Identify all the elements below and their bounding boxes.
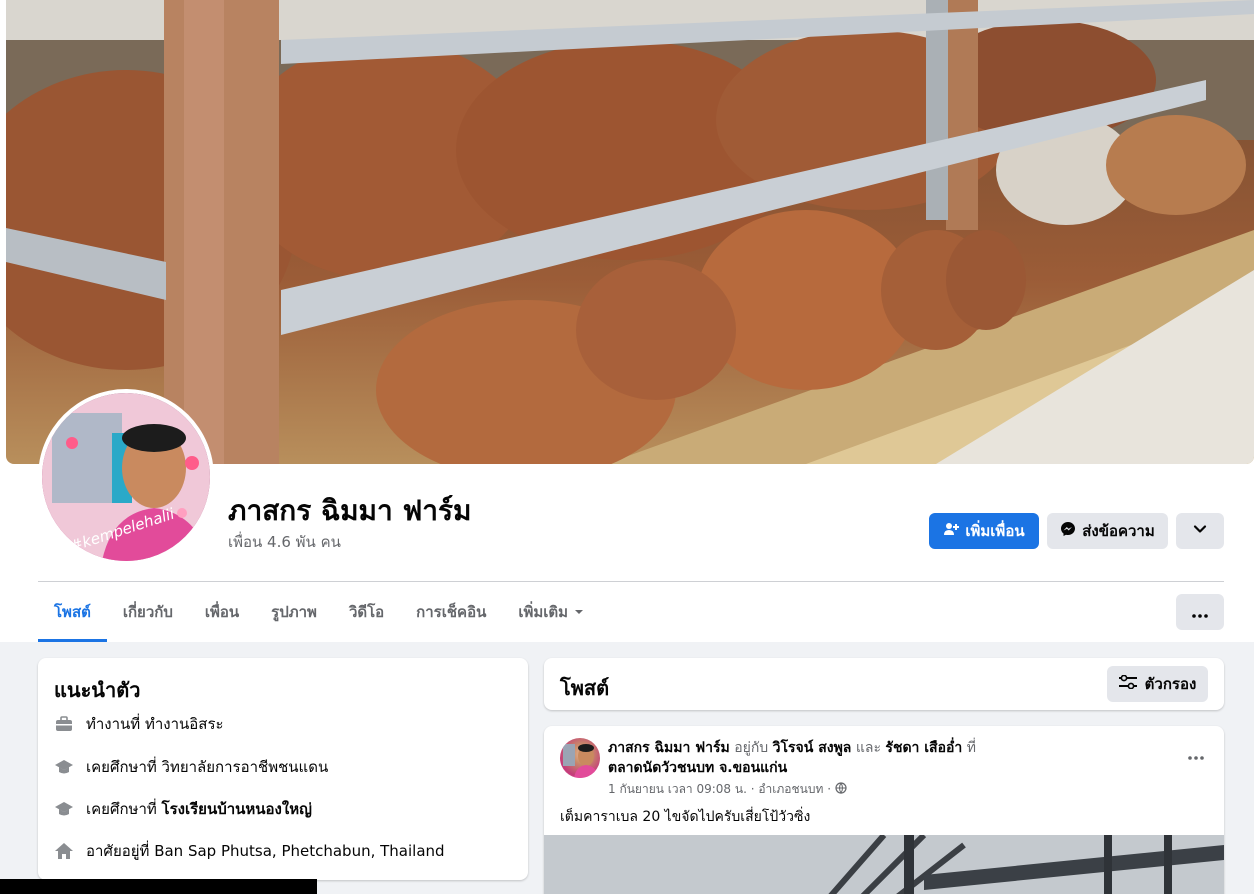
intro-item-work: ทำงานที่ ทำงานอิสระ (54, 712, 224, 736)
sliders-icon (1118, 674, 1137, 693)
intro-item-lives-in: อาศัยอยู่ที่ Ban Sap Phutsa, Phetchabun,… (54, 839, 445, 863)
intro-prefix: อาศัยอยู่ที่ (86, 842, 155, 860)
tab-label: เพื่อน (204, 603, 240, 621)
profile-tabs: โพสต์ เกี่ยวกับ เพื่อน รูปภาพ วิดีโอ การ… (38, 582, 600, 642)
post-timestamp[interactable]: 1 กันยายน เวลา 09:08 น. · อำเภอชนบท · (608, 780, 831, 799)
tab-label: รูปภาพ (271, 603, 317, 621)
tab-posts[interactable]: โพสต์ (38, 582, 107, 642)
intro-title: แนะนำตัว (54, 678, 141, 702)
ellipsis-icon (1192, 603, 1208, 622)
intro-item-education-2: เคยศึกษาที่ โรงเรียนบ้านหนองใหญ่ (54, 797, 312, 821)
chevron-down-icon (1193, 522, 1207, 540)
post-author-avatar[interactable] (560, 738, 600, 778)
intro-value[interactable]: Ban Sap Phutsa, Phetchabun, Thailand (154, 842, 444, 860)
profile-avatar[interactable]: #kempelehalii (38, 389, 214, 565)
briefcase-icon (54, 714, 74, 734)
post-header-text: ภาสกร ฉิมมา ฟาร์ม อยู่กับ วิโรจน์ สงพูล … (608, 738, 1168, 778)
tab-friends[interactable]: เพื่อน (189, 582, 255, 642)
home-icon (54, 841, 74, 861)
post-author-name[interactable]: ภาสกร ฉิมมา ฟาร์ม (608, 740, 730, 756)
tab-checkins[interactable]: การเช็คอิน (400, 582, 502, 642)
filter-button[interactable]: ตัวกรอง (1107, 666, 1208, 702)
taskbar-fragment (0, 879, 317, 894)
filter-label: ตัวกรอง (1144, 675, 1197, 693)
more-actions-button[interactable] (1176, 513, 1224, 549)
intro-item-education-1: เคยศึกษาที่ วิทยาลัยการอาชีพชนแดน (54, 755, 328, 779)
add-friend-label: เพิ่มเพื่อน (965, 522, 1025, 540)
post-photo-illustration (544, 835, 1224, 894)
posts-header-card: โพสต์ ตัวกรอง (544, 658, 1224, 710)
intro-prefix: เคยศึกษาที่ (86, 758, 162, 776)
tab-label: วิดีโอ (348, 603, 385, 621)
posts-title: โพสต์ (560, 676, 610, 700)
post-body-text: เต็มคาราเบล 20 ไขจัดไปครับเสี่ยโป้วัวซิ่… (560, 809, 811, 825)
post-options-button[interactable] (1188, 744, 1204, 765)
tab-label: การเช็คอิน (416, 603, 487, 621)
messenger-icon (1060, 521, 1076, 541)
message-button[interactable]: ส่งข้อความ (1047, 513, 1168, 549)
add-friend-button[interactable]: เพิ่มเพื่อน (929, 513, 1039, 549)
intro-value[interactable]: โรงเรียนบ้านหนองใหญ่ (162, 800, 312, 818)
post-and-text: และ (851, 740, 886, 756)
post-meta: 1 กันยายน เวลา 09:08 น. · อำเภอชนบท · (608, 780, 847, 799)
intro-card: แนะนำตัว ทำงานที่ ทำงานอิสระ เคยศึกษาที่… (38, 658, 528, 880)
post-with-text: อยู่กับ (729, 740, 773, 756)
intro-value[interactable]: ทำงานอิสระ (145, 715, 224, 733)
post-tag-1[interactable]: วิโรจน์ สงพูล (773, 740, 852, 756)
caret-down-icon (574, 603, 584, 621)
post-card: ภาสกร ฉิมมา ฟาร์ม อยู่กับ วิโรจน์ สงพูล … (544, 726, 1224, 894)
add-friend-icon (943, 521, 960, 541)
intro-value[interactable]: วิทยาลัยการอาชีพชนแดน (162, 758, 329, 776)
post-location[interactable]: ตลาดนัดวัวชนบท จ.ขอนแก่น (608, 760, 787, 776)
tabs-more-options-button[interactable] (1176, 594, 1224, 630)
message-label: ส่งข้อความ (1082, 522, 1155, 540)
tab-about[interactable]: เกี่ยวกับ (107, 582, 189, 642)
tab-videos[interactable]: วิดีโอ (333, 582, 400, 642)
post-tag-2[interactable]: รัชดา เสืออ่ำ (885, 740, 962, 756)
intro-prefix: ทำงานที่ (86, 715, 145, 733)
tab-label: เพิ่มเติม (518, 603, 569, 621)
graduation-cap-icon (54, 799, 74, 819)
tab-photos[interactable]: รูปภาพ (255, 582, 333, 642)
intro-prefix: เคยศึกษาที่ (86, 800, 162, 818)
globe-icon (835, 782, 847, 797)
tab-label: เกี่ยวกับ (122, 603, 173, 621)
post-photo[interactable] (544, 835, 1224, 894)
post-at-text: ที่ (962, 740, 976, 756)
tab-more[interactable]: เพิ่มเติม (502, 582, 600, 642)
profile-name: ภาสกร ฉิมมา ฟาร์ม (228, 494, 472, 527)
graduation-cap-icon (54, 757, 74, 777)
ellipsis-icon (1188, 744, 1204, 765)
friends-count[interactable]: เพื่อน 4.6 พัน คน (228, 530, 341, 554)
tab-label: โพสต์ (54, 603, 91, 621)
